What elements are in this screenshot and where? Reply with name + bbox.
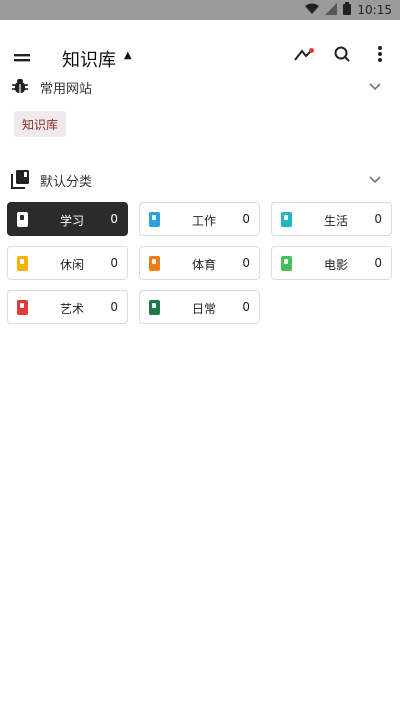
category-count: 0 — [374, 256, 382, 270]
category-label: 休闲 — [60, 258, 85, 272]
chevron-down-icon[interactable] — [368, 171, 382, 185]
notebook-icon — [17, 300, 28, 315]
category-label: 电影 — [324, 258, 349, 272]
more-button[interactable] — [368, 44, 392, 68]
section-title-favorites: 常用网站 — [40, 82, 93, 97]
category-count: 0 — [242, 300, 250, 314]
notebook-icon — [281, 212, 292, 227]
caret-up-icon[interactable]: ▲ — [124, 50, 132, 61]
search-button[interactable] — [330, 44, 354, 68]
status-bar: 10:15 — [0, 0, 400, 20]
app-bar: 知识库 ▲ — [0, 40, 400, 76]
battery-icon — [343, 2, 352, 18]
category-card-leisure[interactable]: 休闲 0 — [7, 246, 128, 280]
category-count: 0 — [242, 212, 250, 226]
notebook-icon — [149, 212, 160, 227]
category-label: 生活 — [324, 214, 349, 228]
search-icon — [333, 45, 351, 67]
category-count: 0 — [110, 212, 118, 226]
website-chip[interactable]: 知识库 — [14, 111, 67, 137]
notebook-icon — [149, 300, 160, 315]
chevron-down-icon[interactable] — [368, 78, 382, 92]
menu-icon[interactable] — [12, 48, 32, 66]
category-label: 体育 — [192, 258, 217, 272]
notebook-icon — [17, 256, 28, 271]
category-card-work[interactable]: 工作 0 — [139, 202, 260, 236]
category-label: 日常 — [192, 302, 217, 316]
trend-button[interactable] — [292, 44, 316, 68]
category-card-daily[interactable]: 日常 0 — [139, 290, 260, 324]
category-card-movies[interactable]: 电影 0 — [271, 246, 392, 280]
notebook-icon — [17, 212, 28, 227]
wifi-icon — [305, 3, 320, 18]
category-card-sports[interactable]: 体育 0 — [139, 246, 260, 280]
status-time: 10:15 — [357, 3, 392, 17]
collection-icon — [10, 169, 30, 189]
page-title[interactable]: 知识库 — [62, 46, 116, 72]
category-count: 0 — [374, 212, 382, 226]
category-label: 工作 — [192, 214, 217, 228]
category-card-study[interactable]: 学习 0 — [7, 202, 128, 236]
section-header-favorites[interactable]: 常用网站 — [0, 72, 400, 100]
section-header-categories[interactable]: 默认分类 — [0, 165, 400, 193]
category-label: 学习 — [60, 214, 85, 228]
category-label: 艺术 — [60, 302, 85, 316]
section-title-categories: 默认分类 — [40, 175, 93, 190]
notebook-icon — [149, 256, 160, 271]
notification-dot — [309, 48, 314, 53]
category-card-art[interactable]: 艺术 0 — [7, 290, 128, 324]
more-vert-icon — [377, 45, 383, 67]
category-count: 0 — [110, 300, 118, 314]
category-count: 0 — [110, 256, 118, 270]
bug-icon — [10, 76, 30, 96]
category-card-life[interactable]: 生活 0 — [271, 202, 392, 236]
category-count: 0 — [242, 256, 250, 270]
signal-icon — [325, 2, 338, 18]
notebook-icon — [281, 256, 292, 271]
